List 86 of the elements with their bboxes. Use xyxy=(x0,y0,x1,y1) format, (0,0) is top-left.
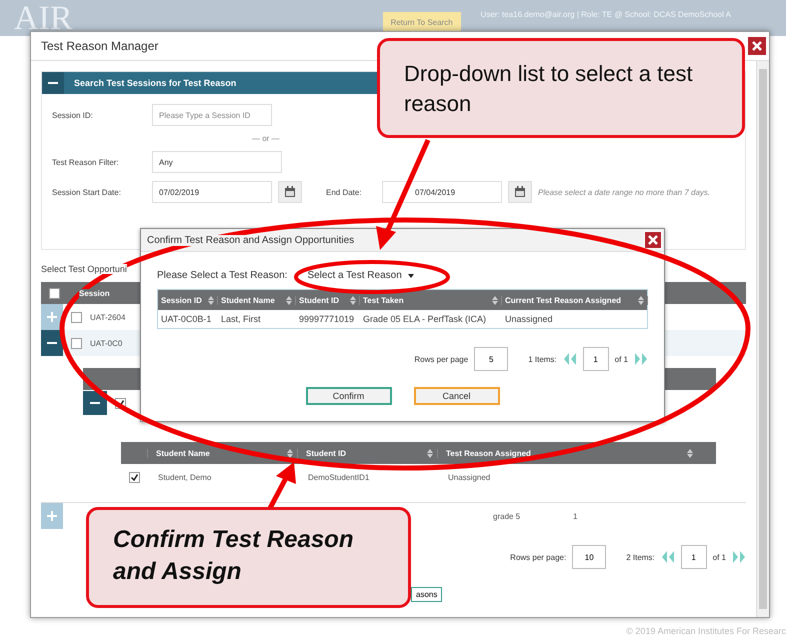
calendar-icon xyxy=(284,186,296,198)
confirm-button[interactable]: Confirm xyxy=(306,387,392,405)
checkbox[interactable] xyxy=(71,312,82,322)
minus-icon xyxy=(47,341,57,345)
callout: Drop-down list to select a test reason xyxy=(377,38,745,138)
copyright-text: © 2019 American Institutes For Researc xyxy=(626,626,786,636)
column-header: Session xyxy=(79,288,110,298)
expand-button[interactable] xyxy=(41,304,63,330)
filter-dropdown[interactable]: Any xyxy=(152,151,282,173)
callout: Confirm Test Reason and Assign xyxy=(86,507,411,608)
table-cell-text: UAT-0C0 xyxy=(90,338,124,348)
sort-icon xyxy=(427,448,433,458)
section-title: Select Test Opportuni xyxy=(41,264,127,274)
minus-icon xyxy=(90,401,100,405)
table-cell-text: UAT-0C0B-1 xyxy=(160,314,212,324)
calendar-button[interactable] xyxy=(278,181,302,203)
minus-icon xyxy=(48,81,58,85)
dialog-title: Confirm Test Reason and Assign Opportunities xyxy=(147,234,354,246)
table-cell-text: grade 5 xyxy=(493,512,522,520)
table-cell-text: Student, Demo xyxy=(158,472,212,482)
calendar-button[interactable] xyxy=(508,181,532,203)
items-count: 1 Items: xyxy=(528,354,557,364)
field-label: End Date: xyxy=(326,188,363,196)
page-total: of 1 xyxy=(614,354,628,364)
column-header: Student ID xyxy=(306,448,346,458)
select-all-checkbox[interactable] xyxy=(49,288,60,298)
field-label: Please Select a Test Reason: xyxy=(157,270,288,281)
sort-icon xyxy=(687,448,693,458)
checkbox[interactable] xyxy=(129,472,140,482)
assign-button[interactable]: asons xyxy=(411,587,442,602)
column-header: Test Reason Assigned xyxy=(446,448,531,458)
caret-icon xyxy=(408,274,414,278)
table-cell-text: DemoStudentID1 xyxy=(308,472,370,482)
close-icon xyxy=(752,41,762,51)
start-date-field[interactable]: 07/02/2019 xyxy=(152,181,272,203)
column-header: Current Test Reason Assigned xyxy=(505,296,622,304)
end-date-field[interactable]: 07/04/2019 xyxy=(382,181,502,203)
table-cell-text: Unassigned xyxy=(448,472,492,482)
table-cell-text: UAT-2604 xyxy=(90,312,126,322)
session-id-field[interactable]: Please Type a Session ID xyxy=(152,104,272,126)
sort-icon xyxy=(286,296,292,304)
dialog-title: Test Reason Manager xyxy=(41,39,158,53)
checkmark-icon xyxy=(131,474,138,480)
sort-icon xyxy=(350,296,356,304)
page-number-field[interactable]: 1 xyxy=(680,545,707,569)
cancel-button[interactable]: Cancel xyxy=(414,387,500,405)
close-button[interactable] xyxy=(747,36,767,56)
checkbox[interactable] xyxy=(71,338,82,348)
table-cell-text: 99997771019 xyxy=(298,314,356,324)
sort-icon xyxy=(492,296,498,304)
expand-button[interactable] xyxy=(41,330,63,356)
test-reason-dropdown[interactable]: Select a Test Reason xyxy=(305,270,416,281)
column-header: Student ID xyxy=(299,296,339,304)
scrollbar[interactable] xyxy=(756,61,769,617)
column-header: Session ID xyxy=(161,296,202,304)
collapse-button[interactable] xyxy=(83,391,107,415)
close-icon xyxy=(648,235,658,245)
rows-per-page-field[interactable]: 10 xyxy=(572,545,606,569)
table-cell-text: 1 xyxy=(573,512,578,520)
date-hint: Please select a date range no more than 7 days. xyxy=(538,188,710,196)
column-header: Student Name xyxy=(156,448,210,458)
collapse-button[interactable] xyxy=(42,72,64,94)
panel-title: Search Test Sessions for Test Reason xyxy=(74,78,236,88)
plus-icon xyxy=(47,312,57,322)
table-cell-text: Grade 05 ELA - PerfTask (ICA) xyxy=(362,314,488,324)
page-total: of 1 xyxy=(712,552,726,562)
calendar-icon xyxy=(514,186,526,198)
page-number-field[interactable]: 1 xyxy=(582,347,609,371)
sort-icon xyxy=(638,296,644,304)
column-header: Test Taken xyxy=(363,296,404,304)
rows-per-page-label: Rows per page: xyxy=(510,552,566,562)
field-label: Session Start Date: xyxy=(52,188,122,196)
rows-per-page-field[interactable]: 5 xyxy=(474,347,508,371)
rows-per-page-label: Rows per page xyxy=(414,354,468,364)
items-count: 2 Items: xyxy=(626,552,655,562)
user-info: User: tea16.demo@air.org | Role: TE @ School: DCAS DemoSchool A xyxy=(480,10,731,19)
separator-text: — or — xyxy=(252,134,280,143)
sort-icon xyxy=(287,448,293,458)
field-label: Test Reason Filter: xyxy=(52,158,120,166)
column-header: Student Name xyxy=(221,296,275,304)
plus-icon xyxy=(47,511,57,521)
sort-icon xyxy=(208,296,214,304)
table-cell-text: Last, First xyxy=(220,314,262,324)
table-cell-text: Unassigned xyxy=(504,314,554,324)
field-label: Session ID: xyxy=(52,110,94,120)
close-button[interactable] xyxy=(644,231,662,249)
